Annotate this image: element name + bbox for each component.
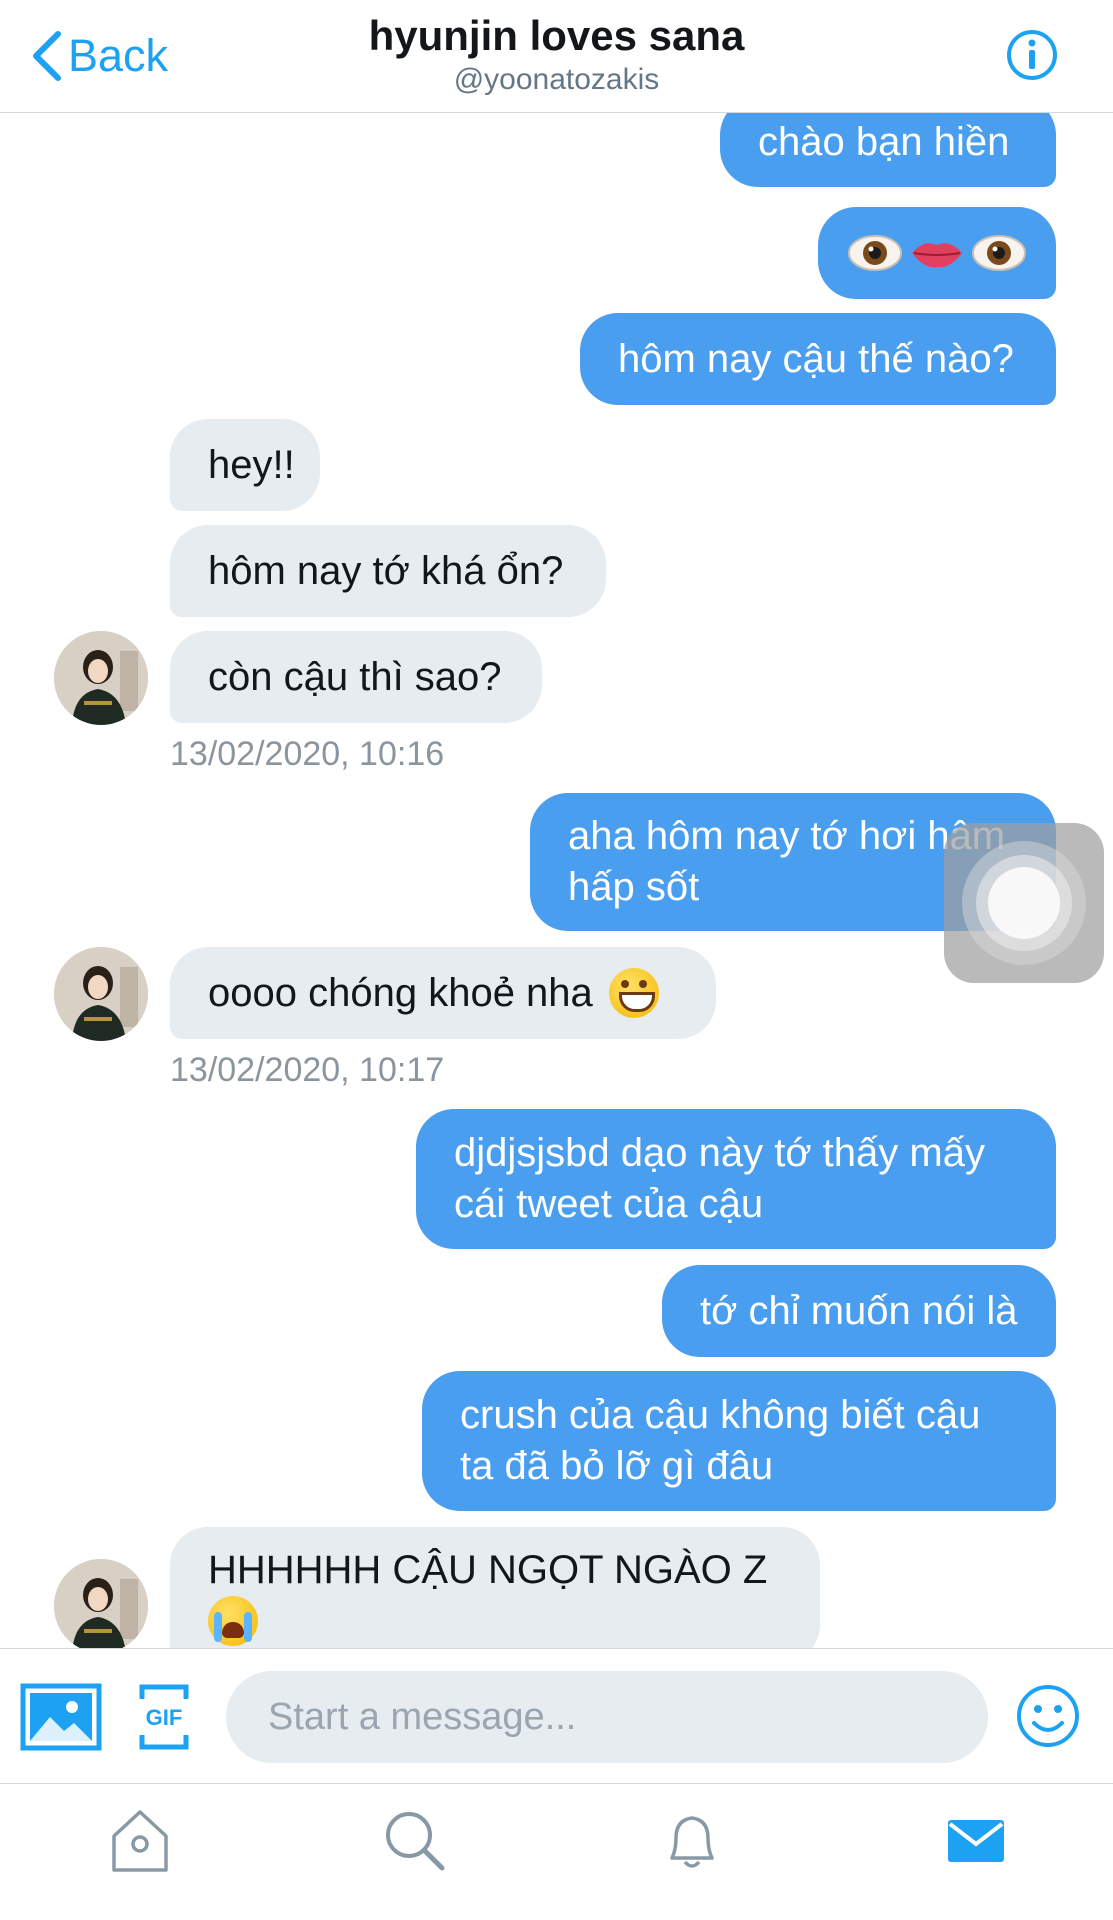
info-icon[interactable]	[1005, 28, 1059, 82]
assistive-touch-button[interactable]	[944, 823, 1104, 983]
conversation-header: Back hyunjin loves sana @yoonatozakis	[0, 0, 1113, 113]
eye-emoji-icon	[848, 235, 902, 271]
message-text: crush của cậu không biết cậu ta đã bỏ lỡ…	[460, 1393, 981, 1488]
message-text: tớ chỉ muốn nói là	[700, 1288, 1018, 1333]
gif-button[interactable]: GIF	[138, 1683, 190, 1751]
gif-icon: GIF	[139, 1684, 189, 1750]
message-timestamp: 13/02/2020, 10:17	[170, 1051, 445, 1089]
message-text: hey!!	[208, 442, 295, 487]
message-bubble-incoming[interactable]: HHHHHH CẬU NGỌT NGÀO Z	[170, 1527, 820, 1648]
message-bubble-outgoing[interactable]: chào bạn hiền	[720, 113, 1056, 187]
message-text: hôm nay tớ khá ổn?	[208, 548, 564, 593]
avatar-image	[54, 1559, 148, 1648]
message-text: hôm nay cậu thế nào?	[618, 336, 1014, 381]
message-bubble-incoming[interactable]: oooo chóng khoẻ nha	[170, 947, 716, 1039]
avatar-image	[54, 631, 148, 725]
lips-emoji-icon	[912, 243, 962, 268]
home-icon[interactable]	[104, 1804, 176, 1876]
gif-label: GIF	[146, 1705, 183, 1730]
message-bubble-incoming[interactable]: hôm nay tớ khá ổn?	[170, 525, 606, 617]
message-text: chào bạn hiền	[758, 119, 1010, 164]
message-bubble-outgoing[interactable]: tớ chỉ muốn nói là	[662, 1265, 1056, 1357]
search-icon[interactable]	[378, 1804, 450, 1876]
message-bubble-outgoing[interactable]: hôm nay cậu thế nào?	[580, 313, 1056, 405]
avatar[interactable]	[54, 1559, 148, 1648]
conversation-title-block: hyunjin loves sana @yoonatozakis	[0, 10, 1113, 98]
dm-conversation-screen: Back hyunjin loves sana @yoonatozakis ch…	[0, 0, 1113, 1920]
image-icon[interactable]	[20, 1683, 102, 1751]
conversation-title: hyunjin loves sana	[368, 12, 745, 59]
avatar[interactable]	[54, 631, 148, 725]
loudly-crying-face-icon	[208, 1595, 258, 1646]
eye-emoji-icon	[972, 235, 1026, 271]
bell-icon[interactable]	[656, 1804, 728, 1876]
bottom-tab-bar	[0, 1784, 1113, 1920]
assistive-touch-dot	[988, 867, 1060, 939]
message-list[interactable]: chào bạn hiền hôm nay cậu thế nào? hey!!…	[0, 113, 1113, 1648]
message-text: còn cậu thì sao?	[208, 654, 502, 699]
mail-icon[interactable]	[940, 1804, 1012, 1876]
message-bubble-incoming[interactable]: hey!!	[170, 419, 320, 511]
message-text: HHHHHH CẬU NGỌT NGÀO Z	[208, 1547, 768, 1592]
avatar[interactable]	[54, 947, 148, 1041]
message-text: aha hôm nay tớ hơi hâm hấp sốt	[568, 814, 1005, 909]
message-timestamp: 13/02/2020, 10:16	[170, 735, 445, 773]
message-bubble-incoming[interactable]: còn cậu thì sao?	[170, 631, 542, 723]
message-composer: GIF	[0, 1648, 1113, 1784]
message-bubble-outgoing[interactable]: djdjsjsbd dạo này tớ thấy mấy cái tweet …	[416, 1109, 1056, 1249]
grinning-face-icon	[608, 968, 659, 1018]
message-bubble-outgoing[interactable]: crush của cậu không biết cậu ta đã bỏ lỡ…	[422, 1371, 1056, 1511]
message-text: djdjsjsbd dạo này tớ thấy mấy cái tweet …	[454, 1131, 985, 1226]
message-input[interactable]	[226, 1671, 988, 1763]
conversation-handle: @yoonatozakis	[453, 63, 660, 96]
message-text: oooo chóng khoẻ nha	[208, 970, 593, 1015]
message-bubble-outgoing[interactable]	[818, 207, 1056, 299]
smiley-icon[interactable]	[1015, 1683, 1081, 1749]
avatar-image	[54, 947, 148, 1041]
